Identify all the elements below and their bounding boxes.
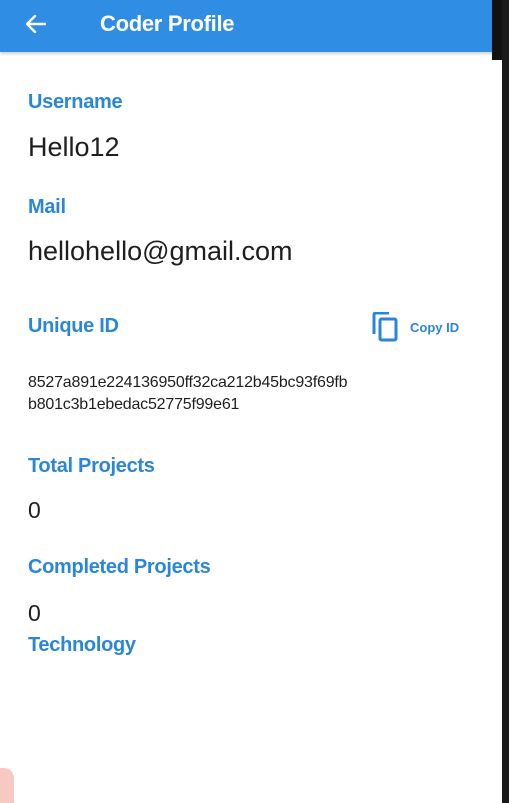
decorative-blob	[0, 768, 14, 803]
right-edge-bar	[502, 0, 509, 803]
unique-id-label: Unique ID	[28, 315, 119, 337]
completed-projects-label: Completed Projects	[28, 556, 211, 578]
username-label: Username	[28, 91, 123, 113]
unique-id-value: 8527a891e224136950ff32ca212b45bc93f69fb …	[28, 372, 478, 416]
copy-id-label: Copy ID	[410, 319, 460, 335]
copy-icon	[372, 312, 398, 342]
back-button[interactable]	[26, 7, 60, 41]
technology-label: Technology	[28, 634, 136, 656]
username-value: Hello12	[28, 132, 120, 162]
mail-label: Mail	[28, 196, 66, 218]
copy-id-button[interactable]: Copy ID	[372, 310, 476, 344]
total-projects-label: Total Projects	[28, 455, 155, 477]
unique-id-line-2: b801c3b1ebedac52775f99e61	[28, 396, 240, 413]
coder-profile-screen: Coder Profile Username Hello12 Mail hell…	[0, 0, 502, 803]
top-edge-strip	[492, 0, 502, 60]
unique-id-line-1: 8527a891e224136950ff32ca212b45bc93f69fb	[28, 374, 348, 391]
mail-value: hellohello@gmail.com	[28, 236, 293, 266]
page-title: Coder Profile	[100, 11, 235, 36]
total-projects-value: 0	[28, 497, 41, 523]
completed-projects-value: 0	[28, 600, 41, 626]
arrow-left-icon	[26, 15, 46, 33]
app-bar: Coder Profile	[0, 0, 502, 52]
